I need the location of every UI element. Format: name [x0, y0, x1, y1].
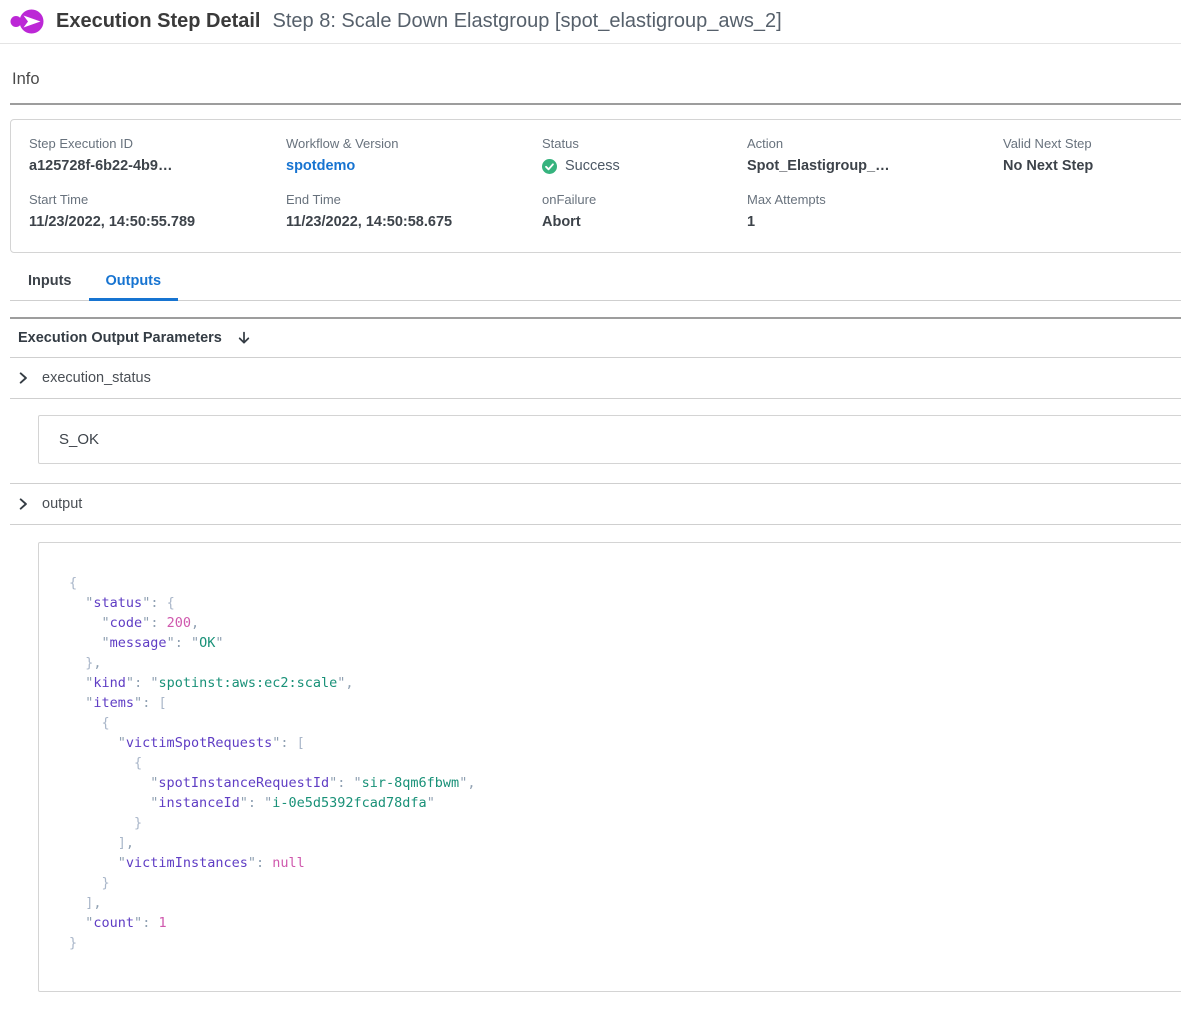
output-parameters-title: Execution Output Parameters	[18, 330, 222, 346]
field-step-execution-id: Step Execution ID a125728f-6b22-4b9…	[29, 136, 286, 174]
execution-status-row[interactable]: execution_status	[10, 358, 1181, 399]
field-valid-next-step: Valid Next Step No Next Step	[1003, 136, 1166, 174]
workflow-link[interactable]: spotdemo	[286, 158, 542, 174]
output-label: output	[42, 496, 82, 512]
tabs-gap	[10, 301, 1181, 317]
end-time-value: 11/23/2022, 14:50:58.675	[286, 214, 542, 230]
field-end-time: End Time 11/23/2022, 14:50:58.675	[286, 192, 542, 230]
output-parameters-header: Execution Output Parameters	[10, 319, 1181, 358]
execution-status-value-box: S_OK	[38, 415, 1181, 464]
step-subtitle: Step 8: Scale Down Elastgroup [spot_elas…	[273, 10, 782, 33]
onfailure-value: Abort	[542, 214, 747, 230]
action-value: Spot_Elastigroup_…	[747, 158, 1003, 174]
output-row[interactable]: output	[10, 484, 1181, 525]
status-text: Success	[565, 158, 620, 174]
page-title: Execution Step Detail	[56, 10, 261, 33]
status-value: Success	[542, 158, 747, 174]
app-logo-icon	[10, 8, 44, 35]
success-check-icon	[542, 159, 557, 174]
output-json-code: { "status": { "code": 200, "message": "O…	[69, 573, 1164, 953]
chevron-right-icon[interactable]	[16, 497, 30, 511]
output-json-box: { "status": { "code": 200, "message": "O…	[38, 542, 1181, 992]
tab-bar: Inputs Outputs	[10, 266, 1181, 301]
field-workflow-version: Workflow & Version spotdemo	[286, 136, 542, 174]
page-header: Execution Step Detail Step 8: Scale Down…	[0, 0, 1181, 44]
info-fields-grid: Step Execution ID a125728f-6b22-4b9… Wor…	[29, 136, 1166, 230]
field-action: Action Spot_Elastigroup_…	[747, 136, 1003, 174]
field-start-time: Start Time 11/23/2022, 14:50:55.789	[29, 192, 286, 230]
step-execution-id-value: a125728f-6b22-4b9…	[29, 158, 286, 174]
start-time-value: 11/23/2022, 14:50:55.789	[29, 214, 286, 230]
max-attempts-value: 1	[747, 214, 1003, 230]
field-status: Status Success	[542, 136, 747, 174]
tab-outputs[interactable]: Outputs	[89, 266, 179, 301]
info-section-title: Info	[12, 70, 1181, 89]
tab-inputs[interactable]: Inputs	[11, 266, 89, 301]
valid-next-step-value: No Next Step	[1003, 158, 1166, 174]
info-divider	[10, 103, 1181, 105]
chevron-right-icon[interactable]	[16, 371, 30, 385]
field-max-attempts: Max Attempts 1	[747, 192, 1003, 230]
execution-status-label: execution_status	[42, 370, 151, 386]
execution-status-value: S_OK	[59, 431, 99, 448]
arrow-down-icon[interactable]	[236, 330, 252, 346]
field-empty	[1003, 192, 1166, 230]
field-onfailure: onFailure Abort	[542, 192, 747, 230]
info-card: Step Execution ID a125728f-6b22-4b9… Wor…	[10, 119, 1181, 253]
